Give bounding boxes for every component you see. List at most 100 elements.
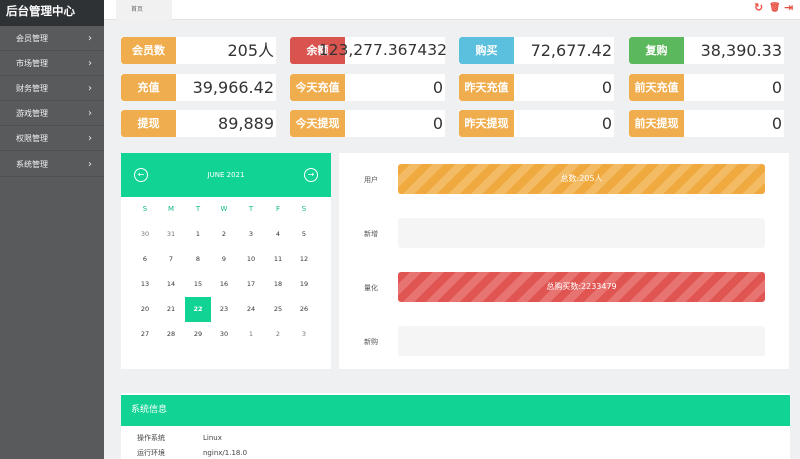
calendar-day[interactable]: 1 [238, 322, 264, 347]
stat-withdraw-day-before: 前天提现 0 [629, 110, 784, 137]
calendar-day[interactable]: 3 [291, 322, 317, 347]
calendar-day[interactable]: 23 [211, 297, 237, 322]
calendar-day[interactable]: 3 [238, 222, 264, 247]
calendar-day[interactable]: 2 [265, 322, 291, 347]
sidebar-item-label: 游戏管理 [16, 109, 48, 118]
weekday-label: S [142, 205, 148, 213]
stat-value: 0 [771, 78, 782, 97]
system-info-key: 运行环境 [137, 449, 165, 457]
sidebar-item-label: 权限管理 [16, 134, 48, 143]
weekday-label: T [248, 205, 254, 213]
trash-icon[interactable]: 🗑 [769, 3, 780, 13]
progress-text: 总购买数:2233479 [546, 282, 617, 291]
chevron-right-icon: › [88, 159, 92, 170]
calendar-day[interactable]: 15 [185, 272, 211, 297]
sidebar-item-members[interactable]: 会员管理 › [0, 27, 104, 51]
calendar-day[interactable]: 12 [291, 247, 317, 272]
stat-recharge-today: 今天充值 0 [290, 74, 445, 101]
stat-withdraw-today: 今天提现 0 [290, 110, 445, 137]
stat-value: 39,966.42 [192, 78, 274, 97]
stat-value: 0 [601, 114, 612, 133]
progress-text: 总数:205人 [560, 174, 603, 183]
stat-value: 0 [771, 114, 782, 133]
calendar-day[interactable]: 19 [291, 272, 317, 297]
bar-label-newbuy: 新购 [364, 338, 378, 346]
calendar-day[interactable]: 16 [211, 272, 237, 297]
stat-recharge-day-before: 前天充值 0 [629, 74, 784, 101]
stat-value: 0 [432, 114, 443, 133]
calendar-day[interactable]: 11 [265, 247, 291, 272]
bar-label-users: 用户 [364, 176, 378, 184]
calendar-day[interactable]: 14 [158, 272, 184, 297]
bar-label-quant: 量化 [364, 284, 378, 292]
logout-icon[interactable]: ⇥ [784, 1, 793, 14]
sidebar-item-market[interactable]: 市场管理 › [0, 52, 104, 76]
calendar-day[interactable]: 25 [265, 297, 291, 322]
stat-value: 38,390.33 [700, 41, 782, 60]
calendar-day[interactable]: 24 [238, 297, 264, 322]
stats-bars-panel: 用户 总数:205人 新增 量化 总购买数:2233479 新购 [339, 153, 789, 369]
calendar-day[interactable]: 30 [211, 322, 237, 347]
sidebar: 后台管理中心 会员管理 › 市场管理 › 财务管理 › 游戏管理 › 权限管理 › 系统管… [0, 0, 104, 459]
stat-label: 前天充值 [629, 74, 684, 101]
calendar-day[interactable]: 10 [238, 247, 264, 272]
stat-recharge: 充值 39,966.42 [121, 74, 276, 101]
sidebar-item-games[interactable]: 游戏管理 › [0, 102, 104, 126]
calendar-day[interactable]: 1 [185, 222, 211, 247]
sidebar-item-finance[interactable]: 财务管理 › [0, 77, 104, 101]
bar-label-new: 新增 [364, 230, 378, 238]
stat-balance: 余额 123,277.367432 [290, 37, 447, 64]
brand-title: 后台管理中心 [0, 0, 104, 26]
weekday-label: S [301, 205, 307, 213]
calendar-day[interactable]: 20 [132, 297, 158, 322]
sidebar-item-permissions[interactable]: 权限管理 › [0, 127, 104, 151]
chevron-right-icon: › [88, 108, 92, 119]
progress-bar-users: 总数:205人 [398, 164, 765, 194]
calendar-day[interactable]: 13 [132, 272, 158, 297]
calendar-day[interactable]: 6 [132, 247, 158, 272]
stat-value: 0 [432, 78, 443, 97]
stat-label: 昨天充值 [459, 74, 514, 101]
stat-label: 充值 [121, 74, 176, 101]
calendar-day[interactable]: 17 [238, 272, 264, 297]
stat-label: 今天充值 [290, 74, 345, 101]
top-bar: 首页 ↻ 🗑 ⇥ [104, 0, 800, 20]
calendar-day[interactable]: 2 [211, 222, 237, 247]
calendar-day[interactable]: 26 [291, 297, 317, 322]
calendar-day[interactable]: 31 [158, 222, 184, 247]
stat-recharge-yesterday: 昨天充值 0 [459, 74, 614, 101]
chevron-right-icon: › [88, 33, 92, 44]
calendar-title: JUNE 2021 [207, 171, 245, 179]
calendar-day[interactable]: 4 [265, 222, 291, 247]
chevron-right-icon: › [88, 58, 92, 69]
system-info-title: 系统信息 [121, 395, 790, 426]
progress-bar-quant: 总购买数:2233479 [398, 272, 765, 302]
calendar-day[interactable]: 5 [291, 222, 317, 247]
stat-label: 提现 [121, 110, 176, 137]
system-info-value: Linux [203, 434, 222, 442]
calendar-day[interactable]: 7 [158, 247, 184, 272]
tab-home[interactable]: 首页 [116, 0, 172, 20]
calendar-day[interactable]: 21 [158, 297, 184, 322]
calendar-day[interactable]: 28 [158, 322, 184, 347]
prev-month-button[interactable]: ← [134, 168, 148, 182]
system-info-value: nginx/1.18.0 [203, 449, 248, 457]
calendar-day[interactable]: 18 [265, 272, 291, 297]
sidebar-item-system[interactable]: 系统管理 › [0, 153, 104, 177]
stat-label: 会员数 [121, 37, 176, 64]
weekday-label: M [167, 205, 175, 213]
sidebar-item-label: 系统管理 [16, 160, 48, 169]
refresh-icon[interactable]: ↻ [754, 1, 763, 14]
calendar-day[interactable]: 8 [185, 247, 211, 272]
calendar-day[interactable]: 30 [132, 222, 158, 247]
next-month-button[interactable]: → [304, 168, 318, 182]
calendar-day[interactable]: 9 [211, 247, 237, 272]
calendar-day-today[interactable]: 22 [185, 297, 211, 322]
stat-value: 0 [601, 78, 612, 97]
calendar-day[interactable]: 27 [132, 322, 158, 347]
sidebar-item-label: 会员管理 [16, 34, 48, 43]
calendar-day[interactable]: 29 [185, 322, 211, 347]
system-info-row: 操作系统 Linux [137, 433, 222, 443]
progress-bar-newbuy [398, 326, 765, 356]
stat-value: 123,277.367432 [318, 41, 447, 59]
